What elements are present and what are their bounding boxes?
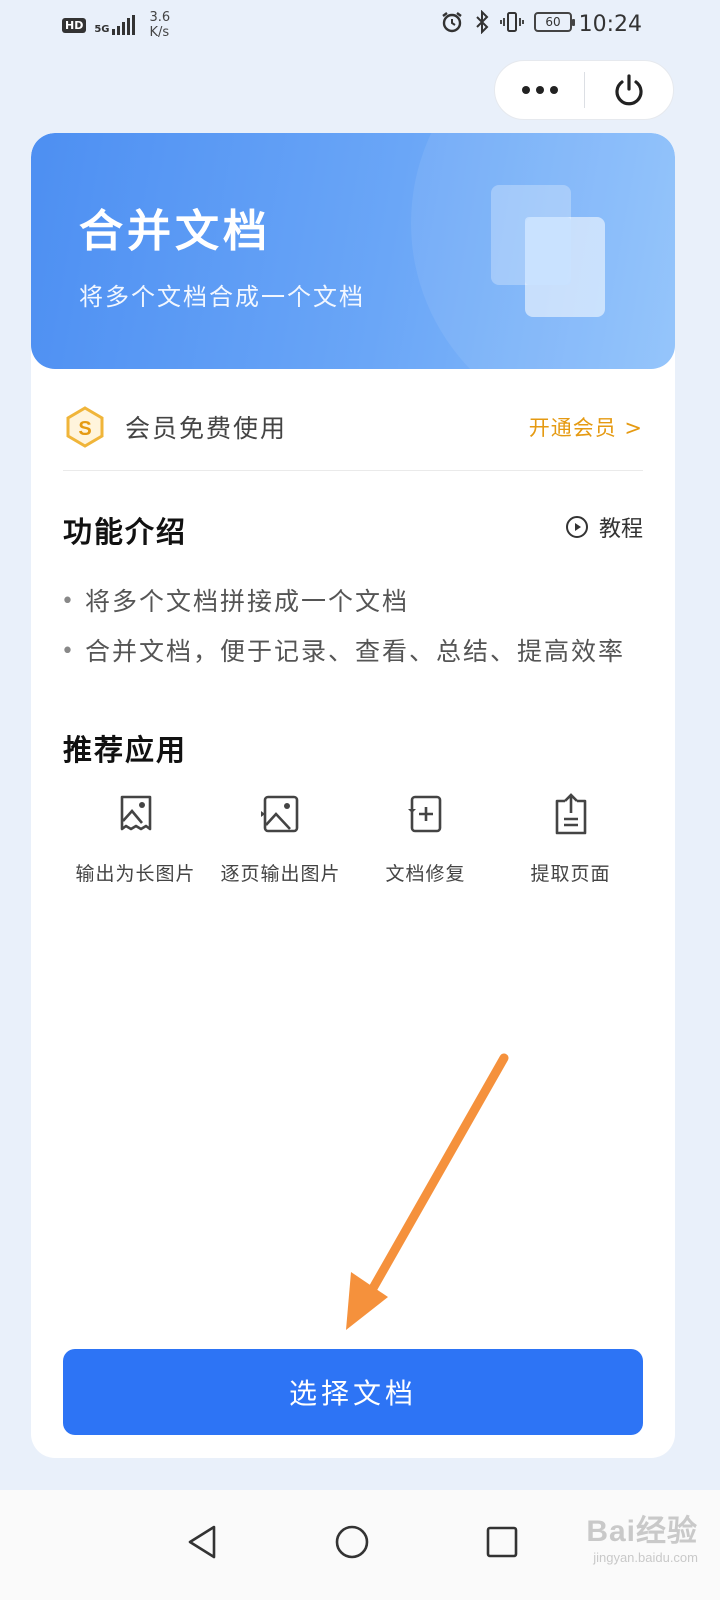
status-left: HD 5G 3.6 K/s [62,10,170,40]
recommend-title: 推荐应用 [63,733,188,767]
bluetooth-icon [476,10,489,34]
app-long-image[interactable]: 输出为长图片 [63,793,208,886]
select-document-button[interactable]: 选择文档 [63,1349,643,1435]
home-icon [335,1525,369,1559]
signal-icon [111,15,135,35]
list-item: 合并文档，便于记录、查看、总结、提高效率 [61,627,651,677]
clock: 10:24 [578,12,642,37]
main-card: 合并文档 将多个文档合成一个文档 S 会员免费使用 开通会员 > 功能介绍 教程… [31,133,675,1458]
features-title: 功能介绍 [63,515,188,549]
tutorial-link[interactable]: 教程 [565,511,643,543]
membership-row: S 会员免费使用 开通会员 > [63,383,643,471]
back-icon [188,1525,216,1559]
hero-banner: 合并文档 将多个文档合成一个文档 [31,133,675,369]
back-button[interactable] [172,1512,232,1572]
status-bar: HD 5G 3.6 K/s 60 10:24 [0,0,720,50]
watermark-logo: Bai经验 [586,1515,698,1548]
app-label: 逐页输出图片 [220,863,341,885]
watermark-url: jingyan.baidu.com [593,1550,698,1565]
more-button[interactable] [495,60,584,120]
svg-text:S: S [78,418,91,440]
long-image-icon [120,795,151,831]
app-extract-page[interactable]: 提取页面 [498,793,643,886]
play-circle-icon [565,516,588,538]
network-speed: 3.6 K/s [149,10,171,40]
home-button[interactable] [322,1512,382,1572]
battery-indicator: 60 [534,12,575,32]
recent-apps-icon [486,1526,518,1558]
alarm-icon [442,12,462,33]
hd-badge: HD [62,17,87,33]
system-nav-bar: Bai经验 jingyan.baidu.com [0,1490,720,1600]
extract-page-icon [555,793,586,835]
signal-group: 5G [94,15,137,35]
recommended-apps: 输出为长图片 逐页输出图片 文档修复 提取页面 [63,793,643,886]
doc-repair-icon [407,795,441,833]
app-page-images[interactable]: 逐页输出图片 [208,793,353,886]
tutorial-label: 教程 [598,517,643,542]
app-label: 输出为长图片 [75,863,196,885]
power-icon [615,74,643,106]
page-title: 合并文档 [79,206,271,257]
open-membership-link[interactable]: 开通会员 > [529,412,643,442]
watermark: Bai经验 jingyan.baidu.com [586,1506,698,1565]
list-item: 将多个文档拼接成一个文档 [61,577,651,627]
status-right: 60 [440,10,575,34]
close-button[interactable] [585,60,673,120]
app-label: 文档修复 [385,863,466,885]
app-label: 提取页面 [530,863,611,885]
vibrate-icon [500,12,524,32]
app-doc-repair[interactable]: 文档修复 [353,793,498,886]
membership-text: 会员免费使用 [125,413,288,443]
menu-capsule [494,60,674,120]
more-dots-icon [521,86,558,94]
network-type: 5G [94,24,110,35]
merge-documents-icon [491,185,605,317]
page-image-icon [260,795,298,833]
vip-badge-icon: S [66,405,104,448]
recent-apps-button[interactable] [472,1512,532,1572]
page-subtitle: 将多个文档合成一个文档 [79,283,365,311]
feature-list: 将多个文档拼接成一个文档 合并文档，便于记录、查看、总结、提高效率 [61,577,651,677]
